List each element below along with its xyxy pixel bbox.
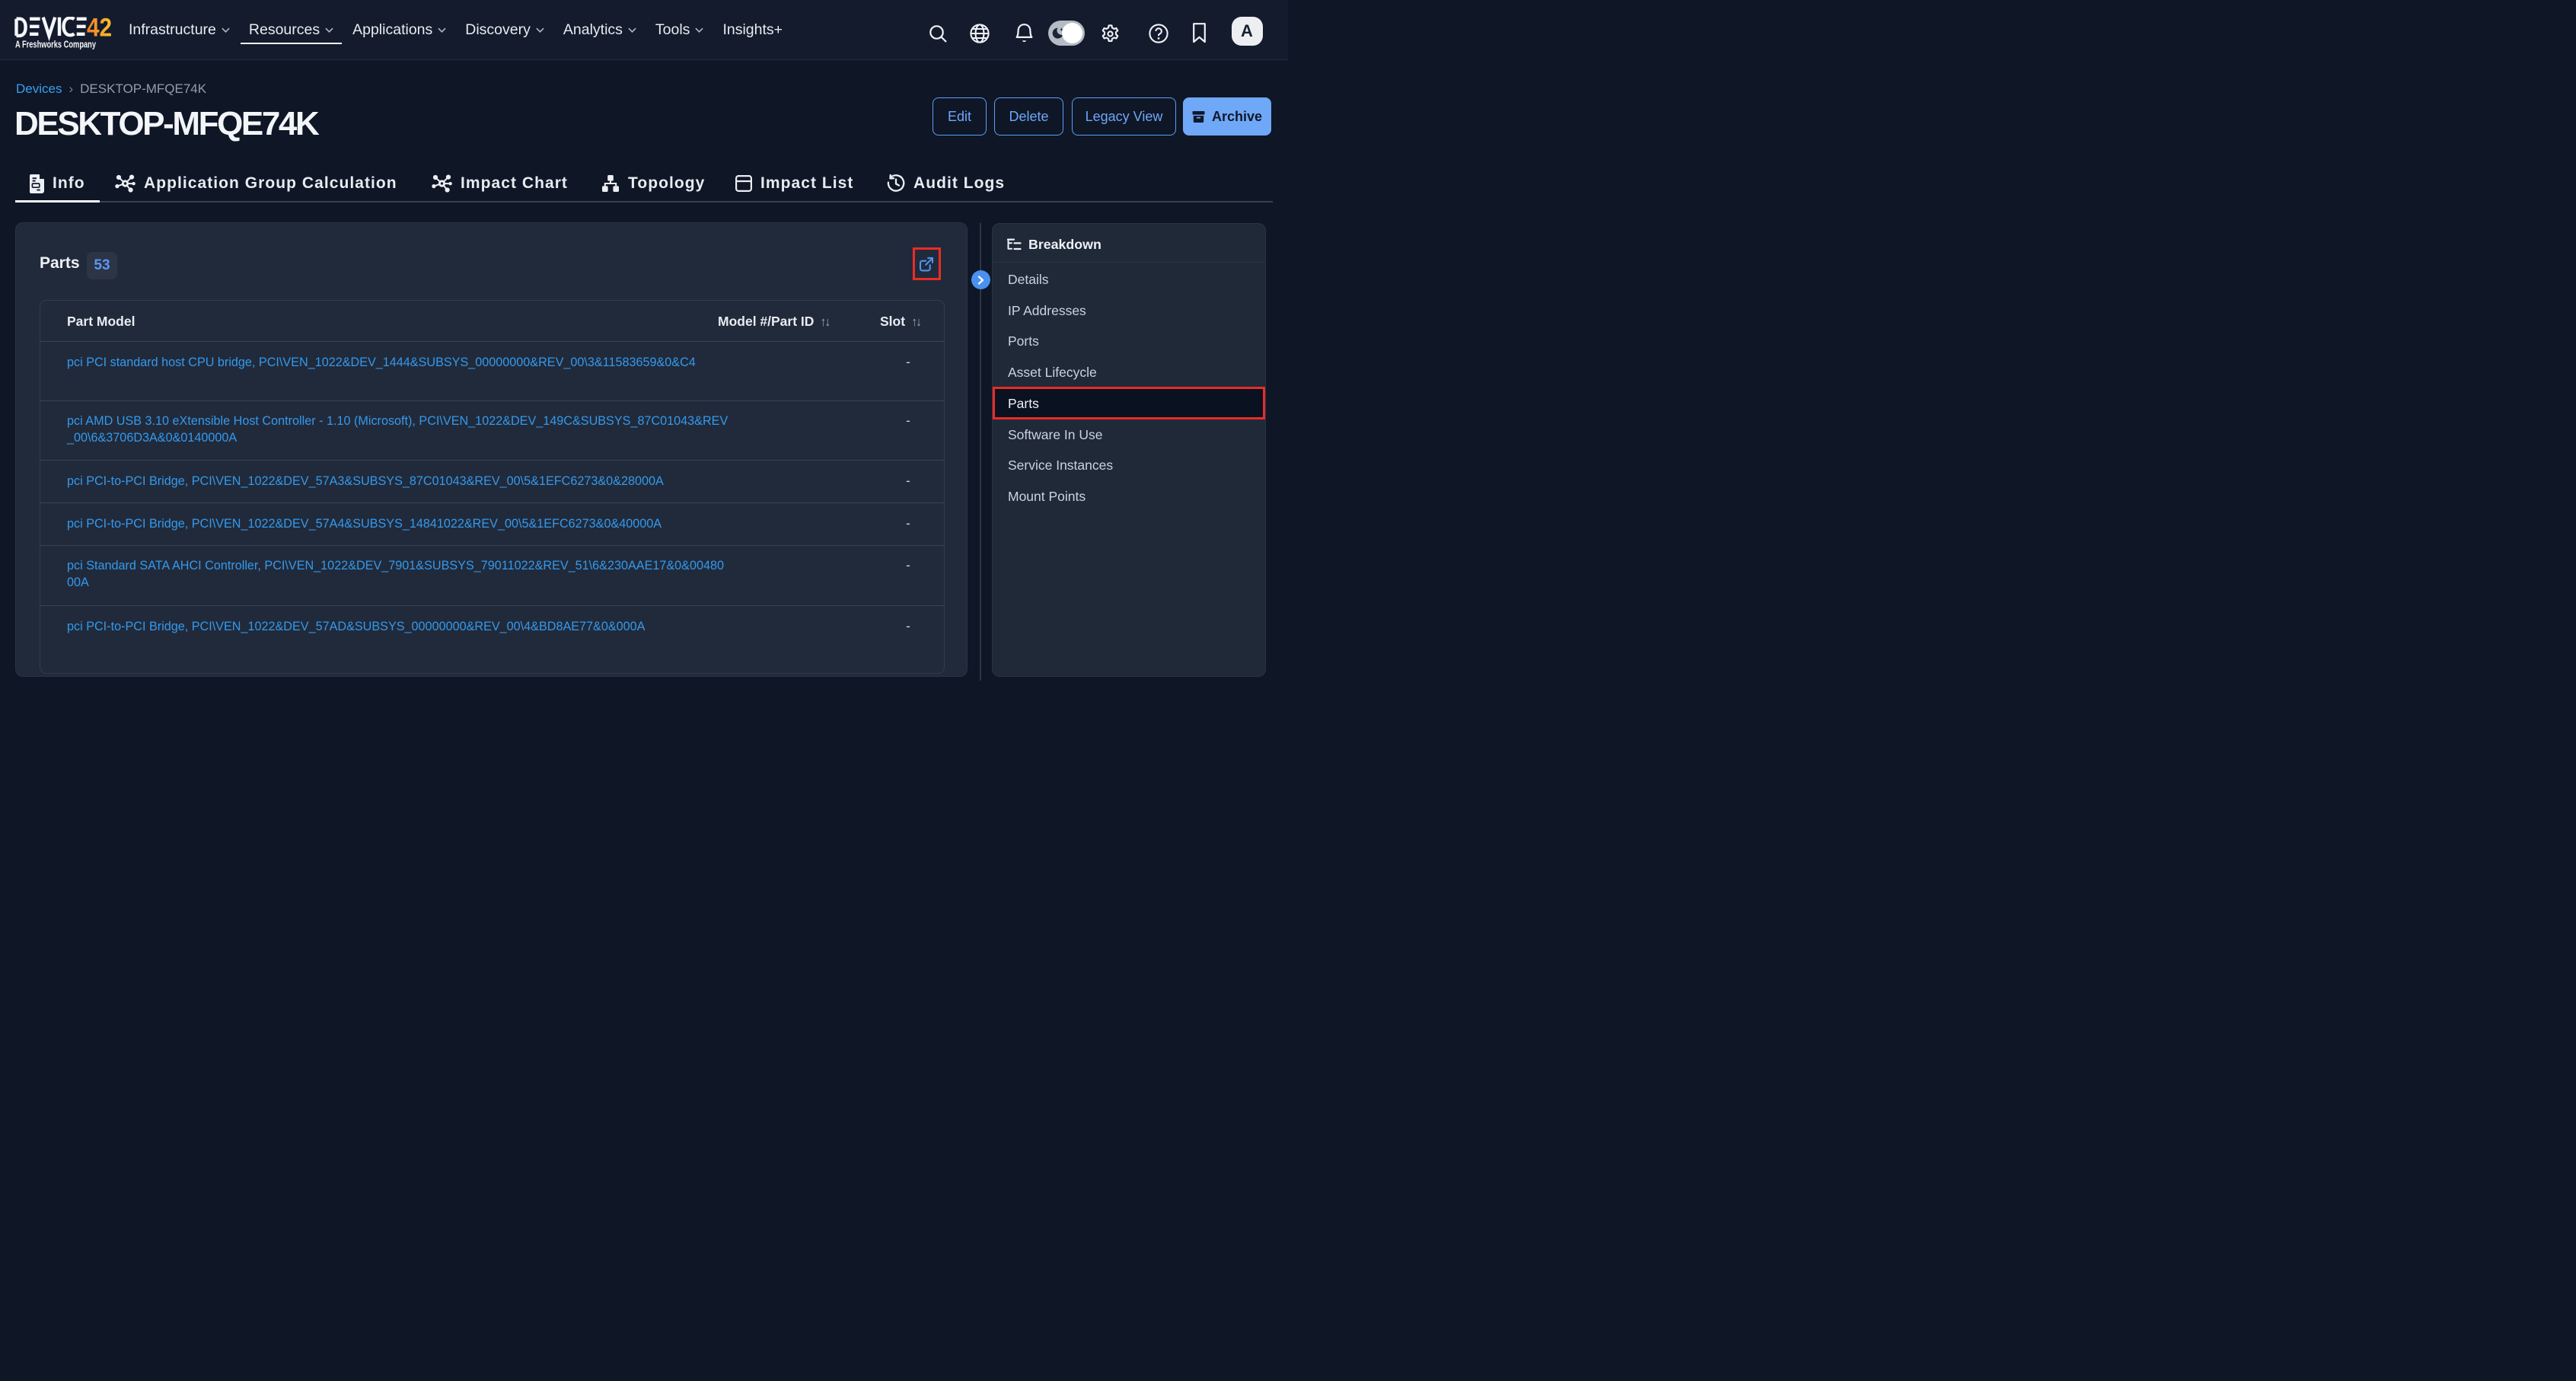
svg-text:A Freshworks Company: A Freshworks Company xyxy=(15,40,96,50)
